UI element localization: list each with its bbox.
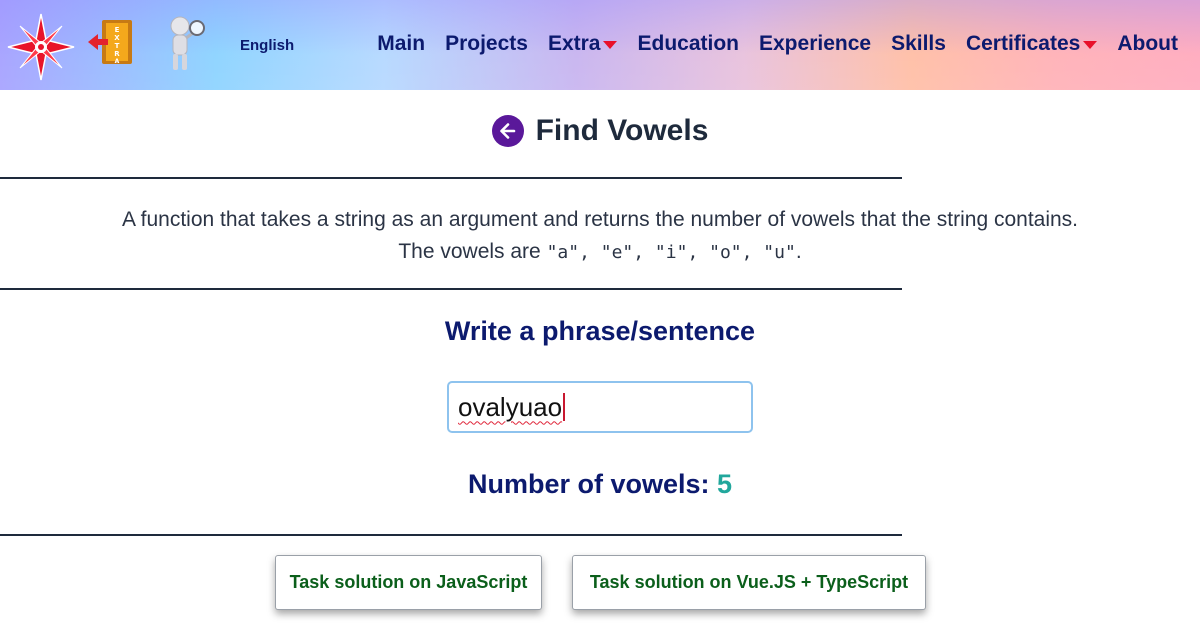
nav-item-about[interactable]: About	[1117, 32, 1178, 56]
magnifier-figure-icon[interactable]	[164, 16, 208, 72]
header-bar: E X T R A English Main Projects Extra Ed…	[0, 0, 1200, 90]
nav-item-label: Extra	[547, 32, 601, 55]
divider	[0, 534, 902, 536]
nav-item-label: About	[1117, 32, 1178, 55]
dropdown-caret-icon	[1083, 41, 1098, 49]
vowels-list: "a", "e", "i", "o", "u"	[546, 242, 796, 263]
nav-item-skills[interactable]: Skills	[891, 32, 946, 56]
extra-icon-x: X	[114, 34, 120, 42]
extra-icon-t: T	[115, 42, 120, 50]
description-line-2-suffix: .	[795, 240, 802, 263]
phrase-input-value: ovalyuao	[458, 391, 563, 422]
back-button[interactable]	[491, 115, 524, 147]
nav-item-projects[interactable]: Projects	[445, 32, 528, 56]
nav-item-experience[interactable]: Experience	[759, 32, 871, 56]
divider	[0, 288, 902, 290]
nav-item-label: Main	[377, 32, 426, 55]
javascript-solution-button[interactable]: Task solution on JavaScript	[275, 555, 542, 610]
compass-star-icon[interactable]	[6, 12, 76, 82]
extra-icon-e: E	[115, 26, 120, 34]
extra-icon-a: A	[115, 58, 120, 65]
nav-item-label: Skills	[891, 32, 946, 55]
vowel-count-result: Number of vowels: 5	[0, 469, 1200, 500]
page-title: Find Vowels	[535, 114, 709, 147]
description-line-2-prefix: The vowels are	[398, 240, 547, 263]
main-nav: Main Projects Extra Education Experience…	[377, 32, 1178, 56]
task-description: A function that takes a string as an arg…	[0, 204, 1200, 269]
title-row: Find Vowels	[0, 114, 1200, 148]
divider	[0, 177, 902, 179]
nav-item-label: Projects	[445, 32, 528, 55]
nav-item-main[interactable]: Main	[377, 32, 425, 56]
text-cursor	[563, 393, 566, 421]
nav-item-education[interactable]: Education	[637, 32, 739, 56]
input-prompt: Write a phrase/sentence	[444, 316, 756, 346]
result-label: Number of vowels:	[467, 469, 710, 499]
dropdown-caret-icon	[603, 41, 618, 49]
nav-item-certificates[interactable]: Certificates	[965, 32, 1098, 56]
nav-item-label: Education	[637, 32, 739, 55]
language-selector[interactable]: English	[240, 37, 294, 54]
nav-item-extra[interactable]: Extra	[548, 32, 618, 56]
extra-icon-r: R	[114, 50, 120, 58]
vue-typescript-solution-button[interactable]: Task solution on Vue.JS + TypeScript	[572, 555, 926, 610]
nav-item-label: Experience	[759, 32, 872, 55]
description-line-2: The vowels are "a", "e", "i", "o", "u".	[0, 236, 1200, 269]
arrow-left-icon	[499, 123, 515, 139]
result-value: 5	[717, 469, 733, 499]
nav-item-label: Certificates	[965, 32, 1081, 55]
description-line-1: A function that takes a string as an arg…	[121, 208, 1079, 231]
phrase-input[interactable]: ovalyuao	[447, 381, 753, 433]
extra-exit-icon[interactable]: E X T R A	[86, 18, 136, 66]
